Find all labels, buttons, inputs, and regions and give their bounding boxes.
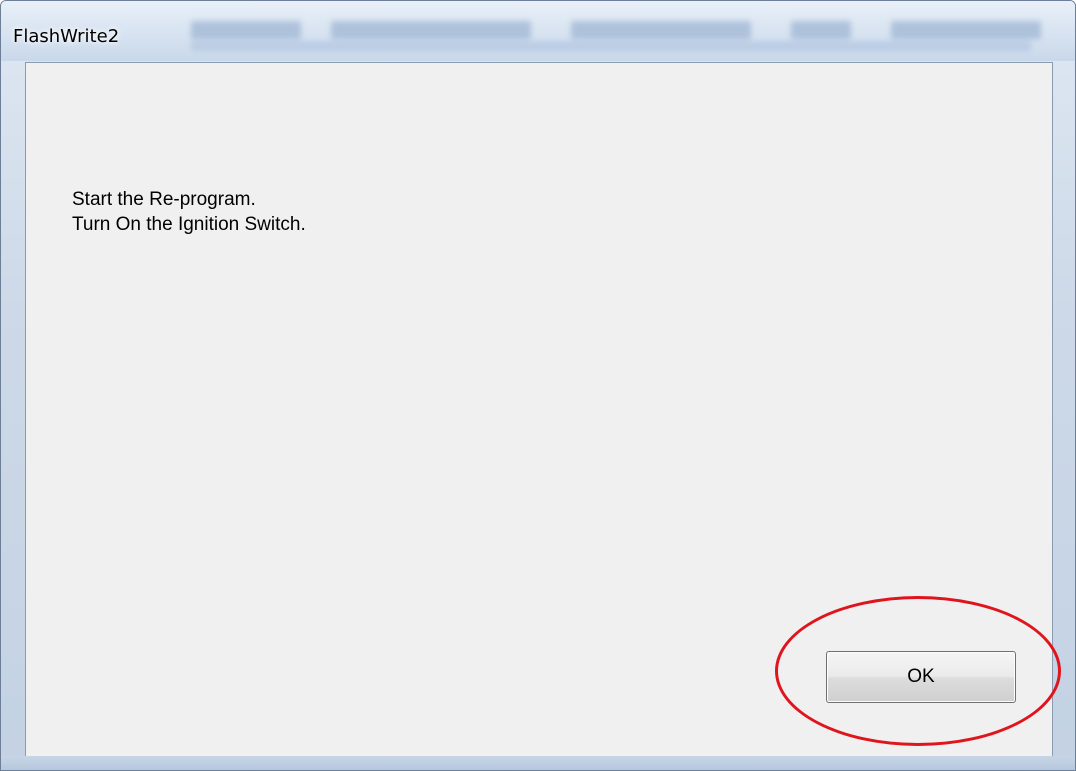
ok-button[interactable]: OK	[826, 651, 1016, 703]
dialog-client-area: Start the Re-program. Turn On the Igniti…	[25, 62, 1053, 758]
background-window-blur	[151, 1, 1075, 61]
dialog-message: Start the Re-program. Turn On the Igniti…	[72, 187, 306, 237]
dialog-window: FlashWrite2 Start the Re-program. Turn O…	[0, 0, 1076, 771]
message-line-1: Start the Re-program.	[72, 189, 256, 210]
window-title: FlashWrite2	[13, 26, 120, 47]
title-bar[interactable]: FlashWrite2	[1, 1, 1075, 61]
window-bottom-border	[1, 756, 1075, 770]
message-line-2: Turn On the Ignition Switch.	[72, 214, 306, 235]
